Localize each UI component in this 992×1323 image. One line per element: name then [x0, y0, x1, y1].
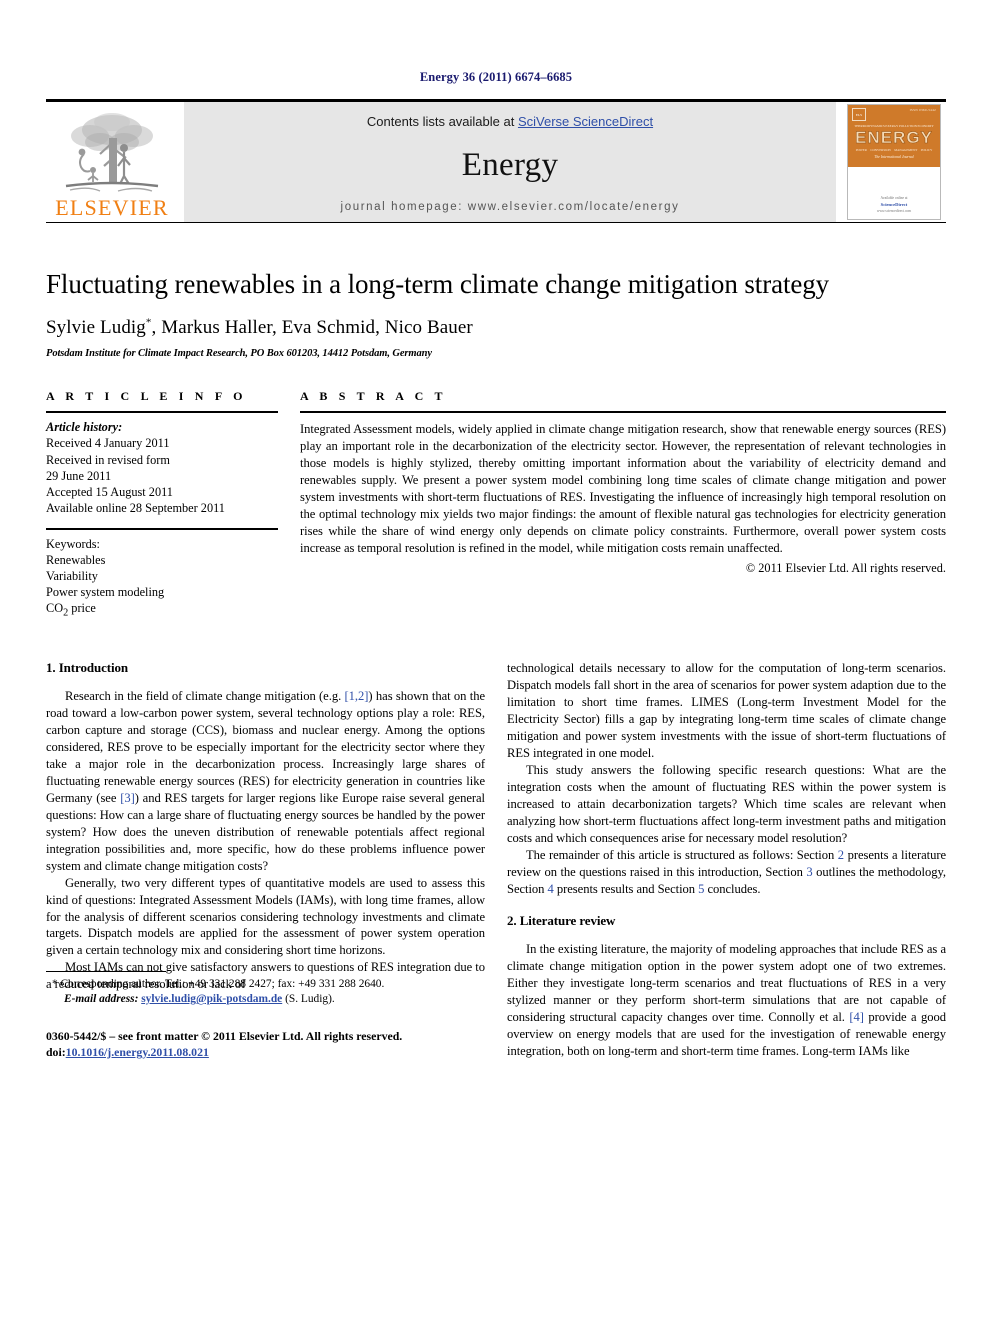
keyword-item: Power system modeling	[46, 585, 165, 600]
paragraph-text-e: concludes.	[704, 881, 761, 896]
article-page: Energy 36 (2011) 6674–6685 ELSEVIER Cont…	[0, 0, 992, 1323]
paragraph: In the existing literature, the majority…	[507, 941, 946, 1060]
paragraph-text-d: presents results and Section	[553, 881, 699, 896]
keyword-item-co2-price: CO2 price	[46, 601, 96, 619]
citation-ref[interactable]: [3]	[120, 791, 135, 805]
keyword-item: Variability	[46, 568, 98, 583]
doi-link[interactable]: 10.1016/j.energy.2011.08.021	[66, 1045, 209, 1059]
cover-topics-bottom: POWER CONVERSION MANAGEMENT POLICY	[852, 148, 936, 152]
contents-prefix: Contents lists available at	[366, 114, 518, 129]
paragraph: technological details necessary to allow…	[507, 661, 946, 761]
article-history-label: Article history:	[46, 420, 123, 435]
email-link[interactable]: sylvie.ludig@pik-potsdam.de	[141, 993, 282, 1005]
journal-cover-area: ELS ISSN 0360-5442 THERMODYNAMICS EXERGY…	[842, 102, 946, 222]
history-item: Accepted 15 August 2011	[46, 485, 173, 500]
journal-cover-image: ELS ISSN 0360-5442 THERMODYNAMICS EXERGY…	[847, 104, 941, 220]
cover-white-area: Available online at ScienceDirect www.sc…	[848, 167, 940, 219]
abstract-heading: A B S T R A C T	[300, 389, 447, 404]
paragraph: The remainder of this article is structu…	[507, 847, 946, 898]
journal-masthead: ELSEVIER Contents lists available at Sci…	[46, 99, 946, 223]
cover-subtitle: The International Journal	[874, 155, 914, 159]
cover-topic: POLICY	[920, 148, 933, 152]
citation-ref[interactable]: [1,2]	[345, 689, 369, 703]
history-item: Received in revised form	[46, 452, 170, 467]
email-note: E-mail address: sylvie.ludig@pik-potsdam…	[46, 992, 485, 1007]
email-label: E-mail address:	[64, 993, 139, 1006]
body-columns: 1. Introduction Research in the field of…	[46, 660, 946, 1060]
keyword-item: Renewables	[46, 552, 106, 567]
author-list: Sylvie Ludig*, Markus Haller, Eva Schmid…	[46, 317, 946, 339]
cover-sciencedirect-logo: ScienceDirect	[880, 201, 908, 207]
cover-title: ENERGY	[855, 128, 933, 147]
masthead-banner: Contents lists available at SciVerse Sci…	[184, 102, 836, 222]
cover-top-band: ELS ISSN 0360-5442 THERMODYNAMICS EXERGY…	[848, 105, 940, 167]
publisher-logo: ELSEVIER	[46, 102, 178, 222]
section-heading-literature-review: 2. Literature review	[507, 913, 616, 929]
history-item: Available online 28 September 2011	[46, 501, 225, 516]
journal-homepage-link[interactable]: journal homepage: www.elsevier.com/locat…	[341, 201, 680, 213]
cover-elsevier-badge: ELS	[852, 108, 866, 121]
running-head: Energy 36 (2011) 6674–6685	[419, 70, 573, 84]
elsevier-tree-icon	[60, 108, 164, 196]
contents-available-line: Contents lists available at SciVerse Sci…	[367, 114, 653, 129]
corresponding-author-note: * Corresponding author. Tel.: +49 331 28…	[52, 977, 385, 990]
abstract-text: Integrated Assessment models, widely app…	[300, 422, 946, 555]
cover-topic: MANAGEMENT	[894, 148, 918, 152]
cover-topic: POWER	[855, 148, 867, 152]
article-info-heading: A R T I C L E I N F O	[46, 389, 247, 404]
elsevier-wordmark: ELSEVIER	[55, 194, 169, 220]
cover-topic: CONVERSION	[870, 148, 891, 152]
doi-line: doi:10.1016/j.energy.2011.08.021	[46, 1044, 485, 1060]
abstract-column: A B S T R A C T Integrated Assessment mo…	[300, 389, 946, 620]
paragraph-text-a: Research in the field of climate change …	[65, 689, 345, 704]
keywords-group: Keywords: Renewables Variability Power s…	[46, 530, 278, 621]
cover-footer: Available online at ScienceDirect www.sc…	[848, 196, 940, 214]
footnote-rule	[46, 970, 166, 972]
history-item: 29 June 2011	[46, 468, 112, 483]
copyright-line: © 2011 Elsevier Ltd. All rights reserved…	[745, 560, 946, 575]
author-names: Sylvie Ludig*, Markus Haller, Eva Schmid…	[46, 316, 473, 339]
page-title: Fluctuating renewables in a long-term cl…	[46, 269, 830, 299]
issn-line: 0360-5442/$ – see front matter © 2011 El…	[46, 1028, 403, 1043]
footnote-block: * Corresponding author. Tel.: +49 331 28…	[46, 970, 485, 1061]
doi-label: doi:	[46, 1044, 66, 1059]
paragraph: Generally, two very different types of q…	[46, 875, 485, 958]
paragraph: This study answers the following specifi…	[507, 762, 946, 845]
corresponding-author-marker: *	[145, 316, 152, 329]
title-block: Fluctuating renewables in a long-term cl…	[46, 269, 946, 359]
issn-copyright-block: 0360-5442/$ – see front matter © 2011 El…	[46, 1028, 485, 1061]
info-abstract-row: A R T I C L E I N F O Article history: R…	[46, 389, 946, 620]
paragraph-text-b: ) has shown that on the road toward a lo…	[46, 689, 486, 805]
article-info-column: A R T I C L E I N F O Article history: R…	[46, 389, 278, 620]
affiliation: Potsdam Institute for Climate Impact Res…	[46, 348, 432, 360]
cover-issue-label: ISSN 0360-5442	[909, 108, 936, 112]
sciencedirect-link[interactable]: SciVerse ScienceDirect	[518, 114, 653, 129]
cover-footer-url: www.sciencedirect.com	[876, 208, 912, 213]
body-column-left: 1. Introduction Research in the field of…	[46, 660, 485, 1060]
history-item: Received 4 January 2011	[46, 436, 170, 451]
keywords-label: Keywords:	[46, 536, 100, 551]
citation-ref[interactable]: [4]	[849, 1010, 864, 1024]
journal-title: Energy	[461, 146, 559, 183]
email-suffix: (S. Ludig).	[285, 993, 335, 1006]
section-heading-introduction: 1. Introduction	[46, 660, 129, 676]
body-column-right: technological details necessary to allow…	[507, 660, 946, 1060]
article-history-group: Article history: Received 4 January 2011…	[46, 413, 278, 516]
paragraph: Research in the field of climate change …	[46, 688, 485, 874]
paragraph-text-a: The remainder of this article is structu…	[526, 847, 838, 862]
